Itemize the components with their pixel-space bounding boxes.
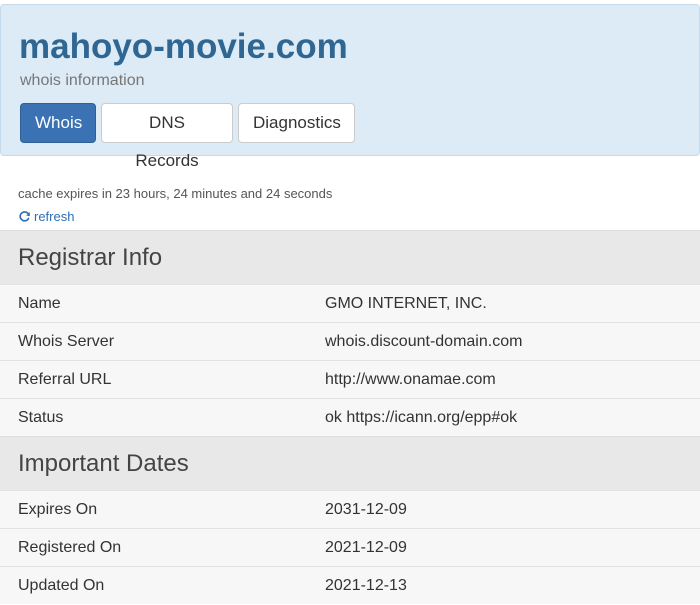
tab-diagnostics[interactable]: Diagnostics [238,103,355,143]
row-label: Whois Server [18,333,115,350]
refresh-icon [18,210,31,223]
section-important-dates: Important Dates [0,436,700,490]
row-label: Status [18,409,64,426]
row-value: ok https://icann.org/epp#ok [325,409,518,426]
refresh-label: refresh [34,209,75,224]
table-row: Whois Server whois.discount-domain.com [0,322,700,360]
page-title: mahoyo-movie.com [19,27,348,66]
row-value: http://www.onamae.com [325,371,496,388]
row-label: Expires On [18,501,98,518]
page-subtitle: whois information [20,72,145,89]
table-row: Name GMO INTERNET, INC. [0,284,700,322]
row-value: 2031-12-09 [325,501,407,518]
row-label: Name [18,295,61,312]
domain-header: mahoyo-movie.com whois information Whois… [0,4,700,170]
row-value: 2021-12-13 [325,577,407,594]
table-row: Expires On 2031-12-09 [0,490,700,528]
tab-whois[interactable]: Whois [20,103,96,143]
row-label: Referral URL [18,371,112,388]
table-row: Registered On 2021-12-09 [0,528,700,566]
row-value: GMO INTERNET, INC. [325,295,487,312]
refresh-link[interactable]: refresh [18,209,74,225]
tab-dns-records[interactable]: DNS Records [101,103,233,170]
row-value: 2021-12-09 [325,539,407,556]
table-row: Status ok https://icann.org/epp#ok [0,398,700,436]
table-row: Updated On 2021-12-13 [0,566,700,604]
cache-expiry-text: cache expires in 23 hours, 24 minutes an… [18,186,333,201]
row-label: Registered On [18,539,122,556]
row-label: Updated On [18,577,105,594]
row-value: whois.discount-domain.com [325,333,523,350]
section-registrar-info: Registrar Info [0,230,700,284]
table-row: Referral URL http://www.onamae.com [0,360,700,398]
